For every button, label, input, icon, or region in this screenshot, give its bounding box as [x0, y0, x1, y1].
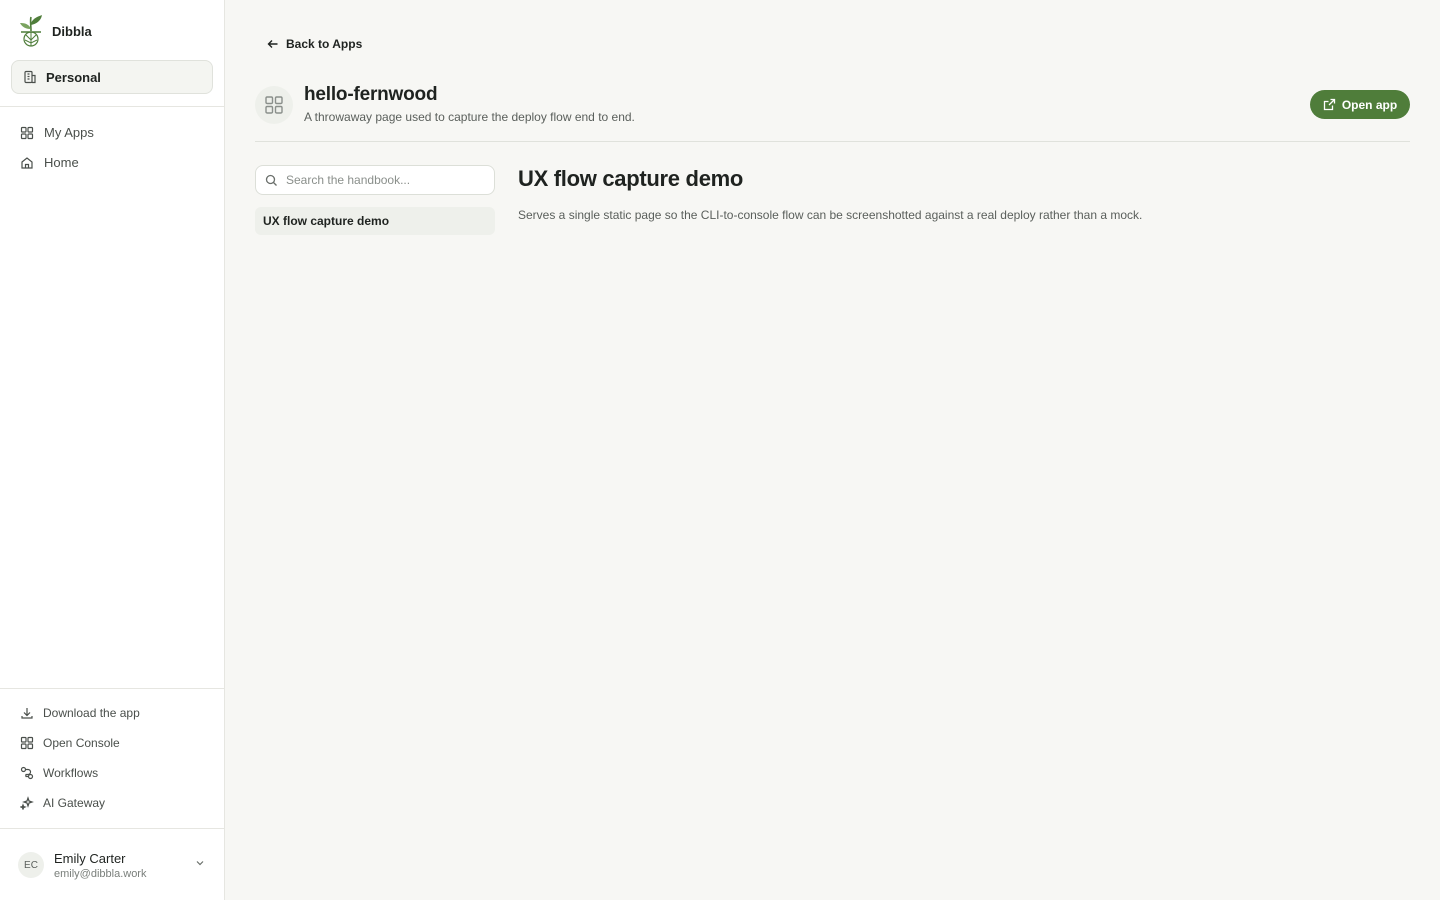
sidebar-item-download-app[interactable]: Download the app — [20, 706, 140, 720]
app-description: A throwaway page used to capture the dep… — [304, 110, 635, 124]
sidebar: Dibbla Personal My Apps Home Download th… — [0, 0, 225, 900]
workflow-icon — [20, 766, 34, 780]
building-icon — [23, 70, 37, 84]
arrow-left-icon — [266, 37, 280, 51]
grid-icon — [20, 126, 34, 140]
avatar: EC — [18, 852, 44, 878]
sidebar-item-my-apps[interactable]: My Apps — [20, 125, 94, 140]
user-name: Emily Carter — [54, 850, 126, 866]
home-icon — [20, 156, 34, 170]
grid-icon — [264, 95, 284, 115]
sprout-logo-icon — [18, 14, 44, 48]
sidebar-item-label: AI Gateway — [43, 796, 106, 810]
sidebar-item-label: Open Console — [43, 736, 120, 750]
sidebar-divider — [0, 688, 224, 689]
sparkles-icon — [20, 796, 34, 810]
open-app-button[interactable]: Open app — [1310, 90, 1410, 119]
sidebar-item-workflows[interactable]: Workflows — [20, 766, 98, 780]
user-menu[interactable]: EC Emily Carter emily@dibbla.work — [18, 846, 214, 884]
open-app-label: Open app — [1341, 97, 1398, 112]
sidebar-item-label: Home — [44, 155, 79, 170]
external-link-icon — [1323, 98, 1336, 111]
back-to-apps-link[interactable]: Back to Apps — [266, 37, 362, 51]
app-title: hello-fernwood — [304, 84, 438, 105]
download-icon — [20, 706, 34, 720]
workspace-switcher[interactable]: Personal — [11, 60, 213, 94]
doc-body: Serves a single static page so the CLI-t… — [518, 208, 1143, 222]
handbook-search[interactable] — [255, 165, 495, 195]
user-email: emily@dibbla.work — [54, 867, 147, 880]
handbook-list-item[interactable]: UX flow capture demo — [255, 207, 495, 235]
header-divider — [255, 141, 1410, 142]
chevron-down-icon — [194, 857, 206, 869]
sidebar-item-ai-gateway[interactable]: AI Gateway — [20, 796, 105, 810]
back-link-label: Back to Apps — [286, 37, 363, 51]
app-icon — [255, 86, 293, 124]
sidebar-item-label: Workflows — [43, 766, 99, 780]
search-input[interactable] — [286, 173, 486, 187]
doc-title: UX flow capture demo — [518, 166, 744, 191]
sidebar-item-label: Download the app — [43, 706, 140, 720]
sidebar-item-open-console[interactable]: Open Console — [20, 736, 120, 750]
brand-name: Dibbla — [52, 23, 92, 39]
sidebar-divider — [0, 828, 224, 829]
workspace-label: Personal — [46, 69, 101, 85]
grid-icon — [20, 736, 34, 750]
sidebar-item-label: My Apps — [44, 125, 94, 140]
sidebar-divider — [0, 106, 224, 107]
brand[interactable]: Dibbla — [18, 14, 92, 48]
sidebar-item-home[interactable]: Home — [20, 155, 79, 170]
search-icon — [265, 174, 278, 187]
